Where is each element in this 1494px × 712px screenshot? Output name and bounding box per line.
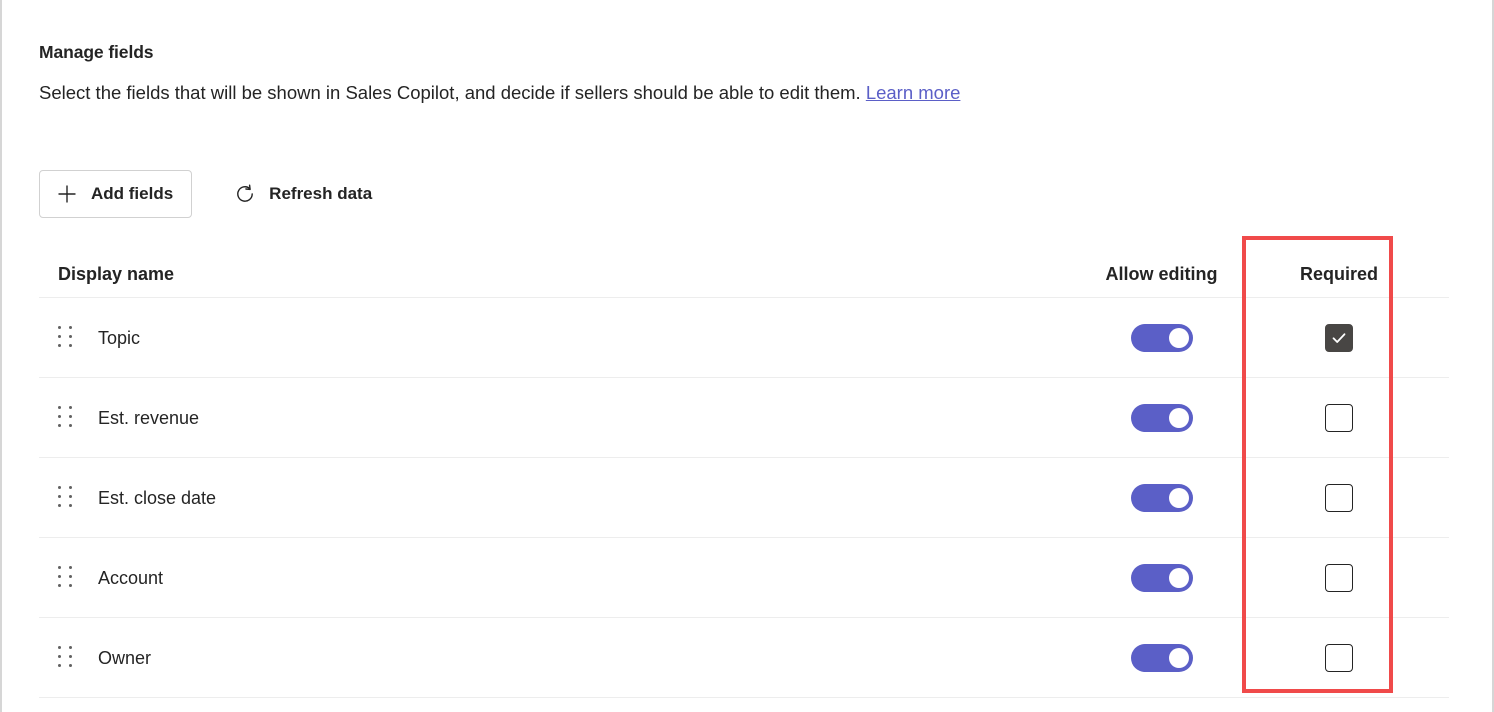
page-content: Manage fields Select the fields that wil… (39, 0, 1492, 712)
allow-editing-toggle[interactable] (1131, 564, 1193, 592)
row-name-cell: Topic (39, 326, 1059, 350)
field-display-name: Est. revenue (98, 409, 199, 427)
row-name-cell: Est. revenue (39, 406, 1059, 430)
page-description-text: Select the fields that will be shown in … (39, 82, 861, 103)
allow-editing-toggle[interactable] (1131, 644, 1193, 672)
table-row[interactable]: Est. revenue (39, 378, 1449, 458)
row-required-cell (1264, 644, 1414, 672)
required-checkbox[interactable] (1325, 404, 1353, 432)
required-checkbox[interactable] (1325, 644, 1353, 672)
row-allow-editing-cell (1059, 644, 1264, 672)
table-row[interactable]: Est. close date (39, 458, 1449, 538)
row-name-cell: Est. close date (39, 486, 1059, 510)
toggle-knob (1169, 488, 1189, 508)
drag-handle-icon[interactable] (58, 326, 74, 350)
row-allow-editing-cell (1059, 404, 1264, 432)
page-description: Select the fields that will be shown in … (39, 80, 960, 106)
row-required-cell (1264, 324, 1414, 352)
fields-table: Display name Allow editing Required Topi… (39, 244, 1449, 698)
column-header-allow-editing: Allow editing (1059, 265, 1264, 283)
allow-editing-toggle[interactable] (1131, 484, 1193, 512)
required-checkbox[interactable] (1325, 324, 1353, 352)
row-name-cell: Account (39, 566, 1059, 590)
toggle-knob (1169, 568, 1189, 588)
row-allow-editing-cell (1059, 324, 1264, 352)
refresh-icon (234, 183, 256, 205)
toggle-knob (1169, 648, 1189, 668)
add-fields-label: Add fields (91, 184, 173, 204)
table-row[interactable]: Account (39, 538, 1449, 618)
allow-editing-toggle[interactable] (1131, 404, 1193, 432)
field-display-name: Owner (98, 649, 151, 667)
learn-more-link[interactable]: Learn more (866, 82, 961, 103)
table-row[interactable]: Owner (39, 618, 1449, 698)
field-display-name: Est. close date (98, 489, 216, 507)
column-header-required: Required (1264, 265, 1414, 283)
toolbar: Add fields Refresh data (39, 170, 390, 218)
field-display-name: Account (98, 569, 163, 587)
refresh-data-button[interactable]: Refresh data (218, 170, 390, 218)
check-icon (1330, 329, 1348, 347)
column-header-display-name: Display name (39, 265, 1059, 283)
required-checkbox[interactable] (1325, 564, 1353, 592)
row-allow-editing-cell (1059, 484, 1264, 512)
drag-handle-icon[interactable] (58, 406, 74, 430)
page-title: Manage fields (39, 44, 153, 62)
refresh-data-label: Refresh data (269, 184, 372, 204)
drag-handle-icon[interactable] (58, 566, 74, 590)
toggle-knob (1169, 328, 1189, 348)
allow-editing-toggle[interactable] (1131, 324, 1193, 352)
drag-handle-icon[interactable] (58, 646, 74, 670)
add-fields-button[interactable]: Add fields (39, 170, 192, 218)
manage-fields-window: Manage fields Select the fields that wil… (0, 0, 1494, 712)
field-display-name: Topic (98, 329, 140, 347)
row-allow-editing-cell (1059, 564, 1264, 592)
required-checkbox[interactable] (1325, 484, 1353, 512)
toggle-knob (1169, 408, 1189, 428)
table-row[interactable]: Topic (39, 298, 1449, 378)
row-required-cell (1264, 564, 1414, 592)
row-required-cell (1264, 404, 1414, 432)
drag-handle-icon[interactable] (58, 486, 74, 510)
plus-icon (56, 183, 78, 205)
row-required-cell (1264, 484, 1414, 512)
table-header-row: Display name Allow editing Required (39, 244, 1449, 298)
row-name-cell: Owner (39, 646, 1059, 670)
